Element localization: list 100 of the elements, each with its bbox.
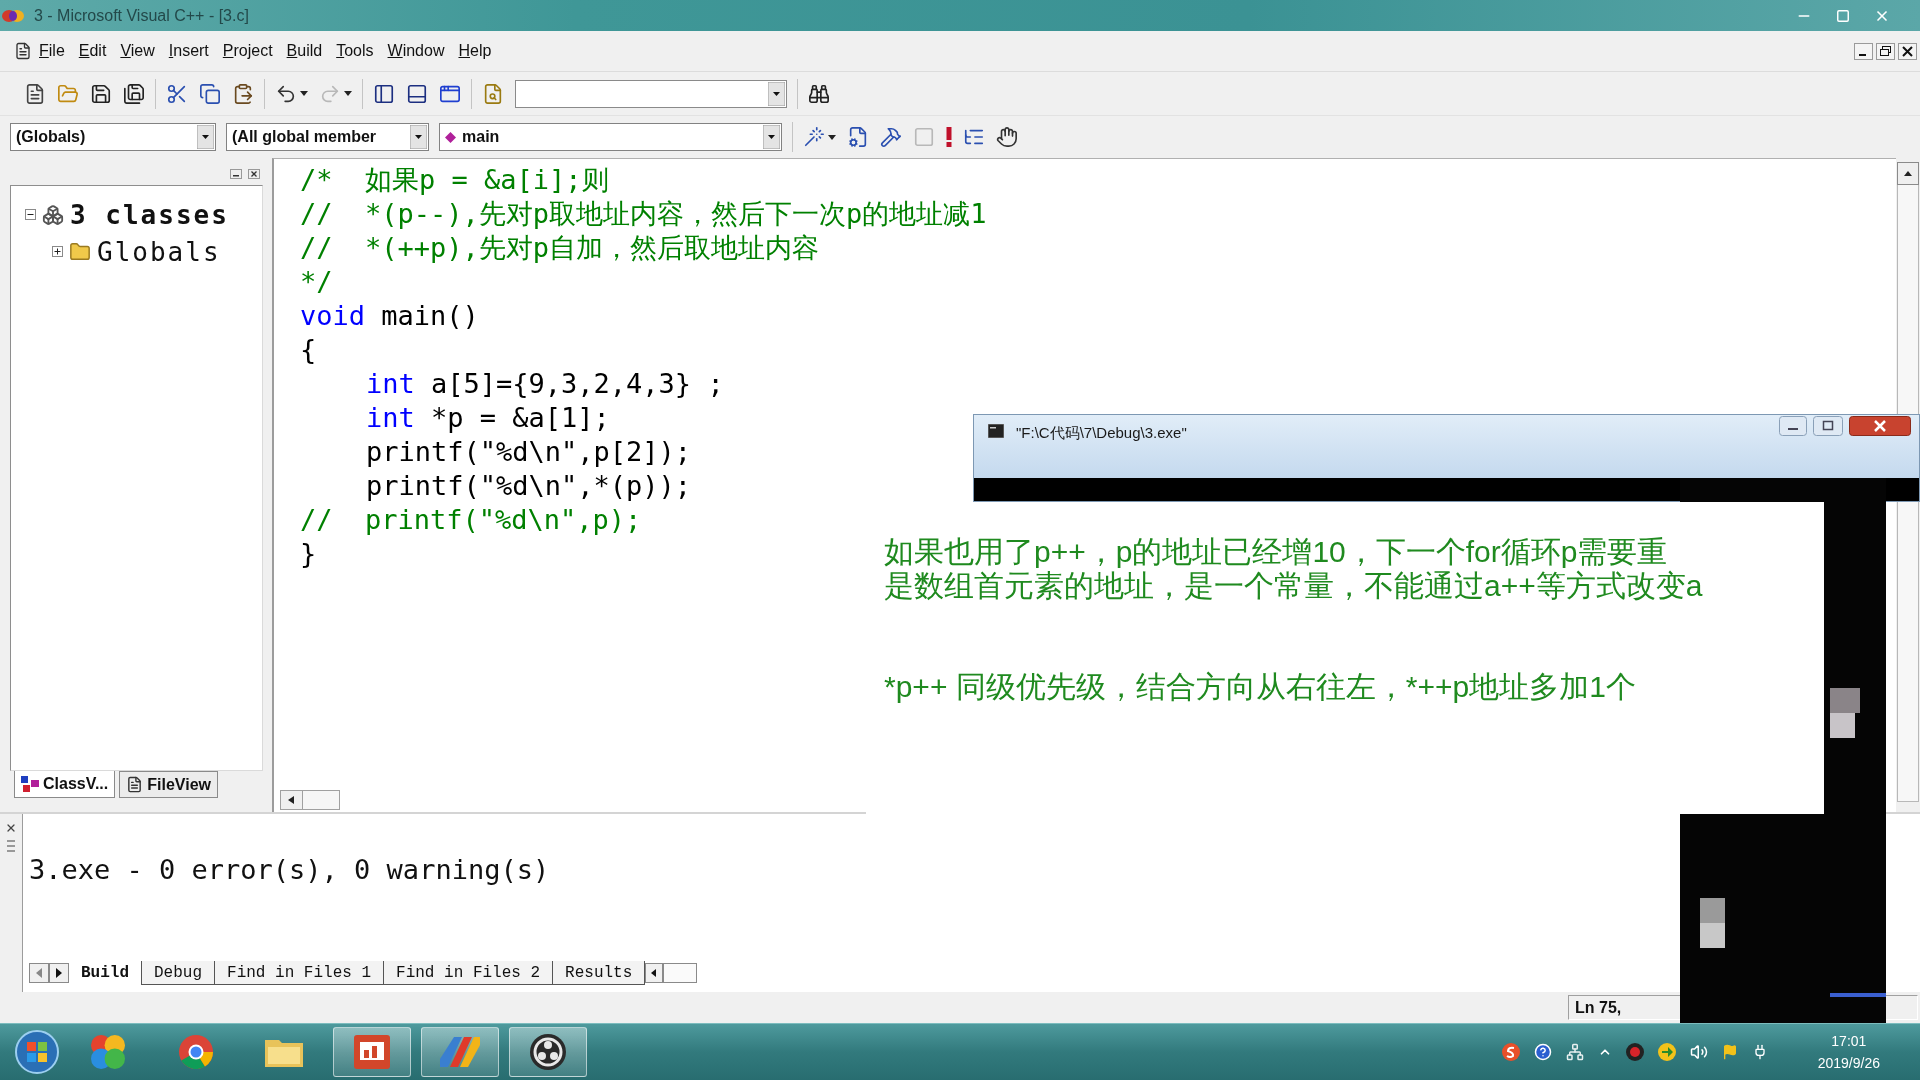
output-tab[interactable]: Debug [142,961,216,985]
help-icon[interactable] [1533,1043,1552,1061]
caret-icon[interactable] [300,91,308,96]
petals-logo-icon [91,1035,125,1069]
code-line: // *(++p),先对p自加，然后取地址内容 [300,231,820,265]
tab-arrows-icon[interactable] [29,963,69,983]
menu-item[interactable]: Help [451,42,499,60]
caret-icon[interactable] [828,134,836,140]
restore-icon[interactable] [1876,42,1895,60]
speaker-icon[interactable] [1689,1043,1708,1061]
flag-icon[interactable] [1721,1044,1738,1060]
bottom-panel-icon[interactable] [406,82,428,105]
binoculars-icon[interactable] [808,82,830,105]
dropdown-arrow-icon[interactable] [197,125,214,149]
file-gear-icon[interactable] [847,126,869,148]
exclamation-icon[interactable] [946,127,952,147]
minimize-icon[interactable] [1854,42,1873,60]
menu-item[interactable]: View [113,42,162,60]
hand-icon[interactable] [996,126,1018,148]
panel-icon[interactable] [373,82,395,105]
plus-box-icon[interactable] [52,246,63,257]
grip-icon [7,840,15,852]
close-icon[interactable] [1898,42,1917,60]
wand-icon[interactable] [803,126,825,148]
striped-logo-icon [440,1037,480,1067]
window-title: 3 - Microsoft Visual C++ - [3.c] [34,6,249,25]
code-line: } [300,537,317,571]
aperture-icon [530,1034,566,1070]
console-icon [988,424,1004,438]
dropdown[interactable]: (Globals) [10,123,216,151]
code-line: // printf("%d\n",p); [300,503,642,537]
dropdown[interactable]: main [439,123,782,151]
menu-item[interactable]: Window [380,42,452,60]
start-orb-icon[interactable] [15,1030,59,1074]
code-line: void main() [300,299,479,333]
save-icon[interactable] [90,82,112,105]
code-line: */ [300,265,333,299]
folder-icon [265,1037,303,1067]
boxes-icon [42,203,64,226]
horizontal-scrollbar[interactable] [645,963,698,983]
round-badge-icon[interactable] [1501,1043,1520,1061]
code-line: int a[5]={9,3,2,4,3} ; [366,367,724,401]
output-tab[interactable]: Find in Files 2 [384,961,554,985]
close-icon[interactable] [1849,416,1911,436]
close-icon[interactable] [5,822,17,834]
paste-icon[interactable] [232,82,254,105]
console-title: "F:\C代码\7\Debug\3.exe" [1016,424,1187,443]
taskbar-button[interactable] [509,1027,587,1077]
dropdown[interactable]: (All global member [226,123,429,151]
network-icon[interactable] [1565,1043,1584,1061]
round-logo-icon[interactable] [1625,1043,1644,1061]
panel-tab[interactable]: FileView [119,771,218,798]
clock-time: 17:01 [1831,1032,1867,1051]
code-line: // *(p--),先对p取地址内容，然后下一次p的地址减1 [300,197,987,231]
dropdown-arrow-icon[interactable] [410,125,427,149]
minus-box-icon[interactable] [25,209,36,220]
folder-icon [69,240,91,263]
folder-icon[interactable] [57,82,79,105]
presentation-icon [354,1035,390,1069]
menu-item[interactable]: File [32,42,72,60]
document-icon[interactable] [24,82,46,105]
annotation-text: 如果也用了p++，p的地址已经增10，下一个for循环p需要重 [884,535,1668,569]
document-icon[interactable] [14,42,32,60]
dropdown-arrow-icon[interactable] [768,81,785,106]
annotation-text: *p++ 同级优先级，结合方向从右往左，*++p地址多加1个 [884,670,1636,704]
code-line: printf("%d\n",p[2]); [366,435,692,469]
hammer-icon[interactable] [880,126,902,148]
save-all-icon[interactable] [123,82,145,105]
minimize-icon[interactable] [1779,416,1807,436]
code-line: /* 如果p = &a[i];则 [300,163,609,197]
menu-item[interactable]: Tools [329,42,381,60]
build-message: 3.exe - 0 error(s), 0 warning(s) [29,854,550,885]
code-line: { [300,333,317,367]
close-icon[interactable] [248,169,260,179]
tree-item[interactable]: Globals [97,236,221,267]
diamond-icon [445,131,456,143]
caret-icon[interactable] [344,91,352,96]
menu-item[interactable]: Build [279,42,330,60]
maximize-icon[interactable] [1813,416,1843,436]
dropdown-arrow-icon[interactable] [763,125,780,149]
round-logo-icon [179,1035,213,1069]
code-line: int *p = &a[1]; [366,401,610,435]
copy-icon[interactable] [199,82,221,105]
annotation-text: 是数组首元素的地址，是一个常量，不能通过a++等方式改变a [884,569,1703,603]
class-tab-icon [21,776,39,792]
output-tab[interactable]: Results [553,961,646,985]
menu-item[interactable]: Project [215,42,280,60]
menu-item[interactable]: Edit [71,42,114,60]
document-icon [126,776,144,793]
panel-tab[interactable]: ClassV... [14,771,116,798]
file-search-icon[interactable] [482,82,504,105]
menu-item[interactable]: Insert [161,42,216,60]
minimize-icon[interactable] [230,169,242,179]
clock-date: 2019/9/26 [1817,1054,1880,1073]
tree-item[interactable]: 3 classes [70,199,229,230]
code-line: printf("%d\n",*(p)); [366,469,692,503]
scissors-icon[interactable] [166,82,188,105]
horizontal-scrollbar[interactable] [280,790,340,810]
output-tab[interactable]: Find in Files 1 [215,961,385,985]
arrow-badge-icon[interactable] [1657,1043,1676,1061]
